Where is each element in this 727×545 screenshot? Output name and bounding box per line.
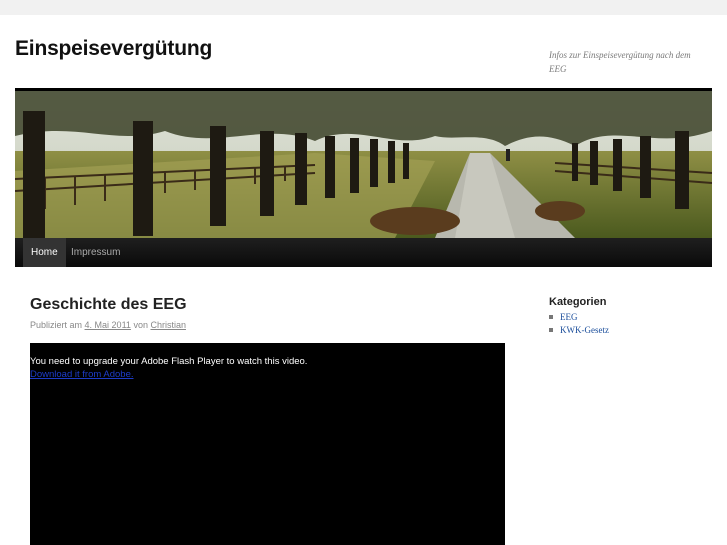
main-navigation: Home Impressum <box>15 238 712 267</box>
list-item: EEG <box>549 311 609 324</box>
list-item: KWK-Gesetz <box>549 324 609 337</box>
post-date-link[interactable]: 4. Mai 2011 <box>85 320 131 330</box>
flash-message: You need to upgrade your Adobe Flash Pla… <box>30 356 308 367</box>
post-author-link[interactable]: Christian <box>150 320 186 330</box>
post-meta: Publiziert am 4. Mai 2011 von Christian <box>30 320 186 330</box>
nav-item-impressum[interactable]: Impressum <box>71 238 120 267</box>
flash-download-link[interactable]: Download it from Adobe. <box>30 369 134 380</box>
post-meta-prefix: Publiziert am <box>30 320 83 330</box>
post-title[interactable]: Geschichte des EEG <box>30 296 187 314</box>
header-image <box>15 88 712 241</box>
video-embed[interactable]: You need to upgrade your Adobe Flash Pla… <box>30 343 505 545</box>
nav-item-home[interactable]: Home <box>23 238 66 267</box>
post-meta-by: von <box>133 320 148 330</box>
bullet-icon <box>549 328 553 332</box>
bullet-icon <box>549 315 553 319</box>
site-description: Infos zur Einspeisevergütung nach dem EE… <box>549 50 691 74</box>
category-link-kwk-gesetz[interactable]: KWK-Gesetz <box>560 325 609 335</box>
site-title[interactable]: Einspeisevergütung <box>15 37 212 61</box>
categories-widget-title: Kategorien <box>549 296 607 308</box>
categories-list: EEG KWK-Gesetz <box>549 311 609 337</box>
page: Einspeisevergütung Infos zur Einspeiseve… <box>0 15 727 545</box>
category-link-eeg[interactable]: EEG <box>560 312 578 322</box>
